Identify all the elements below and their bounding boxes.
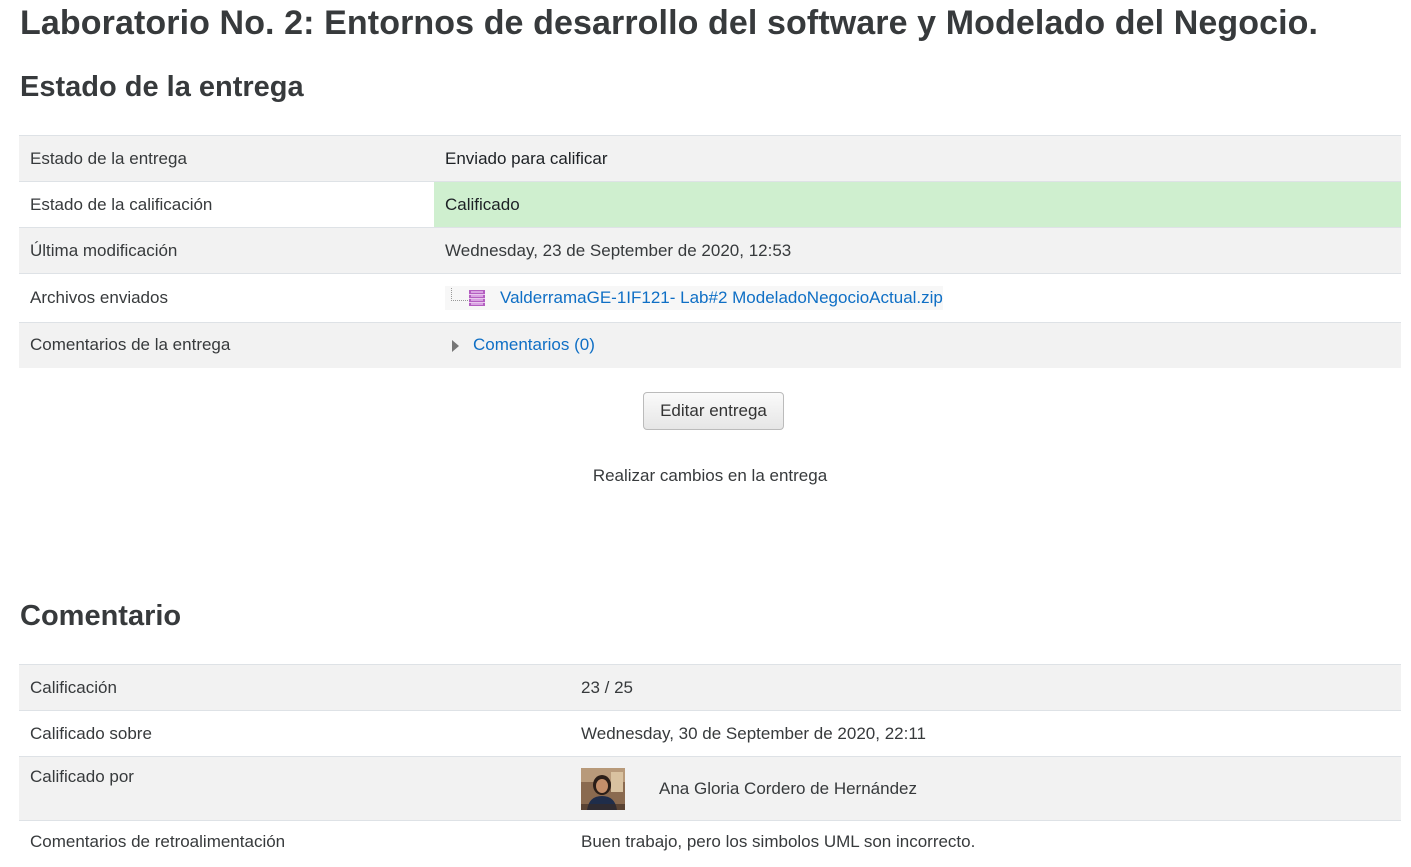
- row-label: Estado de la entrega: [19, 135, 434, 182]
- table-row: Calificación 23 / 25: [19, 664, 1401, 711]
- table-row: Comentarios de retroalimentación Buen tr…: [19, 820, 1401, 867]
- submission-status-table: Estado de la entrega Enviado para califi…: [19, 135, 1401, 368]
- grader-cell: Ana Gloria Cordero de Hernández: [570, 756, 1401, 821]
- grading-status-value: Calificado: [434, 181, 1401, 228]
- table-row: Archivos enviados ValderramaGE-1IF121- L…: [19, 273, 1401, 323]
- feedback-heading: Comentario: [20, 600, 182, 632]
- caret-right-icon[interactable]: [452, 339, 459, 352]
- row-label: Calificado sobre: [19, 710, 570, 757]
- table-row: Estado de la entrega Enviado para califi…: [19, 135, 1401, 182]
- feedback-table: Calificación 23 / 25 Calificado sobre We…: [19, 664, 1401, 867]
- table-row: Calificado sobre Wednesday, 30 de Septem…: [19, 710, 1401, 757]
- submitted-file-link[interactable]: ValderramaGE-1IF121- Lab#2 ModeladoNegoc…: [500, 288, 943, 308]
- edit-submission-help: Realizar cambios en la entrega: [592, 466, 828, 485]
- row-label: Calificación: [19, 664, 570, 711]
- grade-value: 23 / 25: [570, 664, 1401, 711]
- submission-status-value: Enviado para calificar: [434, 135, 1401, 182]
- row-label: Comentarios de retroalimentación: [19, 820, 570, 867]
- submitted-files-cell: ValderramaGE-1IF121- Lab#2 ModeladoNegoc…: [434, 273, 1401, 323]
- submission-comments-cell: Comentarios (0): [434, 322, 1401, 368]
- row-label: Calificado por: [19, 756, 570, 821]
- table-row: Estado de la calificación Calificado: [19, 181, 1401, 228]
- graded-on-value: Wednesday, 30 de September de 2020, 22:1…: [570, 710, 1401, 757]
- row-label: Archivos enviados: [19, 273, 434, 323]
- feedback-comments-value: Buen trabajo, pero los simbolos UML son …: [570, 820, 1401, 867]
- submission-status-heading: Estado de la entrega: [20, 71, 304, 103]
- table-row: Última modificación Wednesday, 23 de Sep…: [19, 227, 1401, 274]
- page-title: Laboratorio No. 2: Entornos de desarroll…: [20, 4, 1319, 42]
- row-label: Comentarios de la entrega: [19, 322, 434, 368]
- row-label: Estado de la calificación: [19, 181, 434, 228]
- table-row: Comentarios de la entrega Comentarios (0…: [19, 322, 1401, 368]
- user-avatar[interactable]: [581, 767, 625, 810]
- table-row: Calificado por Ana Gloria Cordero de Her…: [19, 756, 1401, 821]
- tree-connector: [451, 287, 468, 301]
- edit-submission-button[interactable]: Editar entrega: [643, 392, 784, 430]
- last-modified-value: Wednesday, 23 de September de 2020, 12:5…: [434, 227, 1401, 274]
- row-label: Última modificación: [19, 227, 434, 274]
- zip-archive-icon: [468, 289, 486, 307]
- grader-name: Ana Gloria Cordero de Hernández: [659, 778, 917, 798]
- file-tree-item: ValderramaGE-1IF121- Lab#2 ModeladoNegoc…: [445, 286, 943, 311]
- comments-toggle-link[interactable]: Comentarios (0): [473, 335, 595, 354]
